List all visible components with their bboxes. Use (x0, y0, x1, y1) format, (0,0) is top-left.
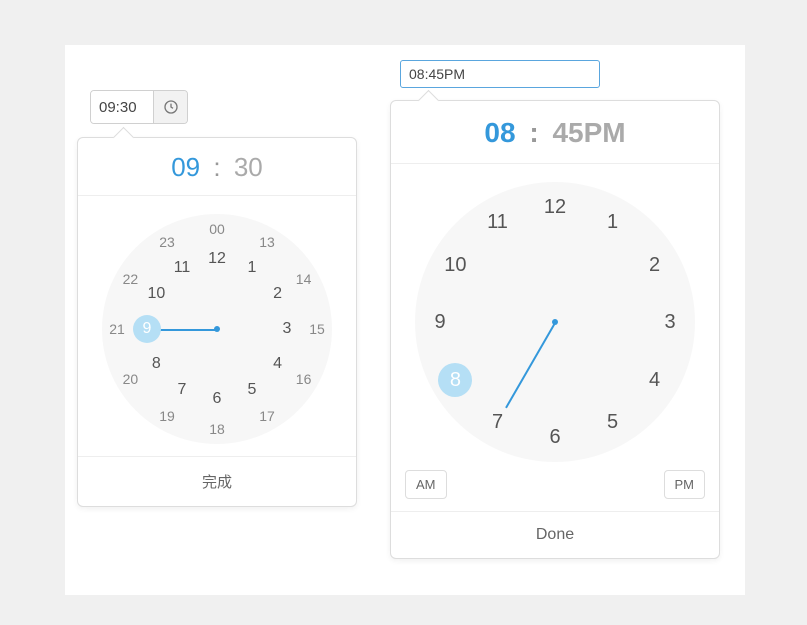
hour-option[interactable]: 12 (203, 245, 231, 273)
hour-option[interactable]: 11 (168, 254, 196, 282)
timepicker-panel-24h: 09 : 30 12001132143154165176187198209211… (77, 137, 357, 507)
hour-option[interactable]: 16 (290, 365, 318, 393)
hour-option[interactable]: 3 (653, 305, 687, 339)
hour-option[interactable]: 23 (153, 228, 181, 256)
hour-option[interactable]: 22 (116, 265, 144, 293)
clock-hand (157, 329, 217, 331)
hours-display[interactable]: 09 (171, 152, 200, 182)
hour-option[interactable]: 4 (638, 363, 672, 397)
open-timepicker-button[interactable] (153, 91, 187, 123)
minutes-display[interactable]: 45 (552, 117, 583, 148)
ampm-row: AM PM (391, 470, 719, 511)
time-input-group-24h (90, 90, 188, 124)
hour-option[interactable]: 9 (423, 305, 457, 339)
clock-hand (505, 323, 556, 409)
hour-option[interactable]: 7 (481, 405, 515, 439)
hour-option[interactable]: 14 (290, 265, 318, 293)
hour-option[interactable]: 12 (538, 190, 572, 224)
clock-icon (163, 99, 179, 115)
hour-option[interactable]: 21 (103, 315, 131, 343)
period-display[interactable]: PM (584, 117, 626, 148)
timepicker-panel-12h: 08 : 45PM 121234567891011 AM PM Done (390, 100, 720, 559)
hour-option[interactable]: 5 (596, 405, 630, 439)
hour-option[interactable]: 3 (273, 315, 301, 343)
pm-button[interactable]: PM (664, 470, 706, 499)
done-button[interactable]: Done (391, 511, 719, 558)
hours-display[interactable]: 08 (484, 117, 515, 148)
time-separator: : (523, 117, 544, 148)
hour-option[interactable]: 19 (153, 402, 181, 430)
hour-option[interactable]: 15 (303, 315, 331, 343)
clock-face-24h[interactable]: 1200113 214 315 416 517 618719 820 921 1022 1123 (102, 214, 332, 444)
time-separator: : (207, 152, 226, 182)
time-display-24h: 09 : 30 (78, 138, 356, 196)
hour-option[interactable]: 6 (538, 420, 572, 454)
hour-option[interactable]: 1 (238, 254, 266, 282)
hour-option[interactable]: 1 (596, 205, 630, 239)
minutes-display[interactable]: 30 (234, 152, 263, 182)
am-button[interactable]: AM (405, 470, 447, 499)
time-input-24h[interactable] (91, 91, 153, 123)
hour-option[interactable]: 9 (133, 315, 161, 343)
hour-option[interactable]: 18 (203, 415, 231, 443)
hour-option[interactable]: 2 (638, 248, 672, 282)
hour-option[interactable]: 5 (238, 376, 266, 404)
hour-option[interactable]: 2 (264, 280, 292, 308)
hour-option[interactable]: 10 (142, 280, 170, 308)
hour-option[interactable]: 10 (438, 248, 472, 282)
hour-option[interactable]: 13 (253, 228, 281, 256)
hour-option[interactable]: 17 (253, 402, 281, 430)
hour-option[interactable]: 4 (264, 350, 292, 378)
hour-option[interactable]: 20 (116, 365, 144, 393)
hour-option[interactable]: 8 (142, 350, 170, 378)
time-display-12h: 08 : 45PM (391, 101, 719, 164)
hour-option[interactable]: 7 (168, 376, 196, 404)
done-button[interactable]: 完成 (78, 456, 356, 506)
time-input-12h[interactable] (400, 60, 600, 88)
hour-option[interactable]: 00 (203, 215, 231, 243)
clock-face-12h[interactable]: 12 12 3 45678 9 10 11 (415, 182, 695, 462)
hour-option[interactable]: 11 (481, 205, 515, 239)
hour-option[interactable]: 8 (438, 363, 472, 397)
hour-option[interactable]: 6 (203, 385, 231, 413)
